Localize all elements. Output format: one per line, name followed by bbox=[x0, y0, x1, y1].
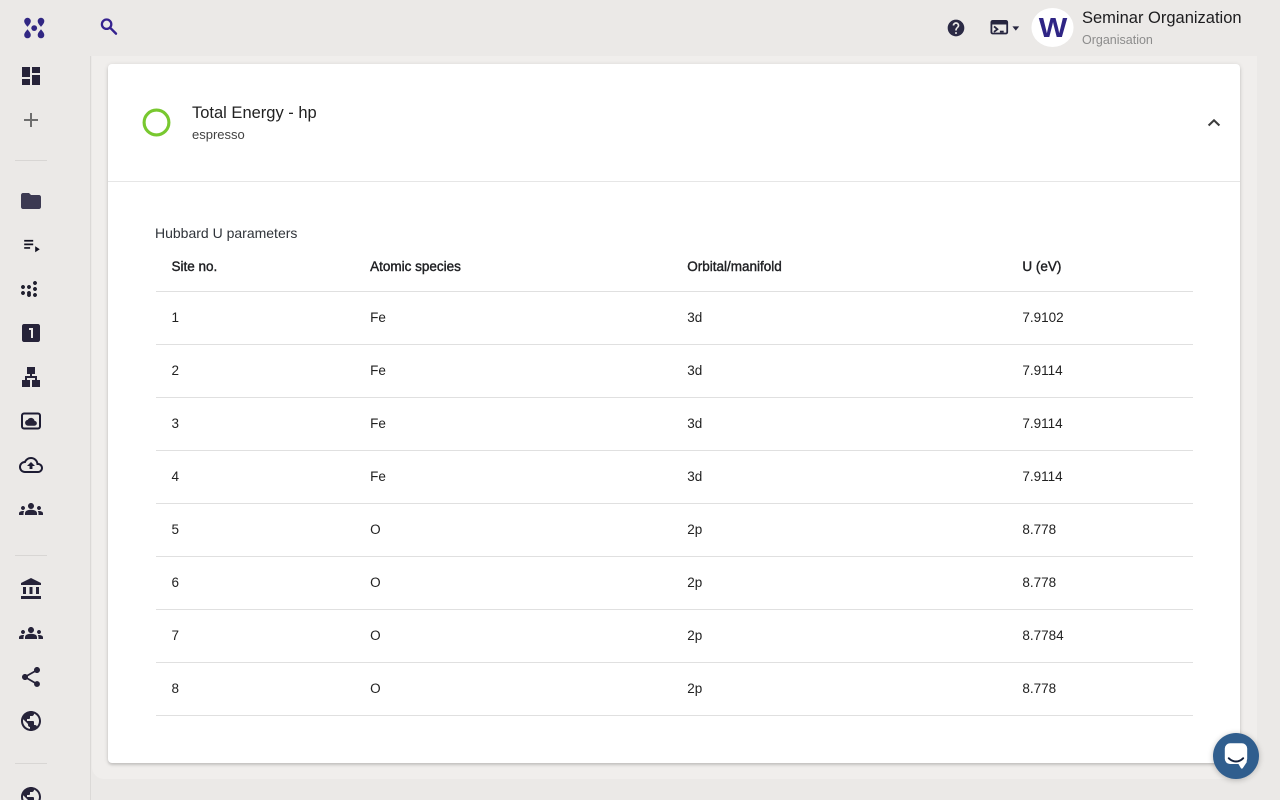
folder-icon[interactable] bbox=[19, 189, 43, 213]
table-cell: 7 bbox=[156, 609, 355, 662]
card-subtitle: espresso bbox=[192, 127, 245, 142]
table-cell: 2p bbox=[671, 503, 1006, 556]
table-cell: 7.9114 bbox=[1006, 344, 1192, 397]
organization-type: Organisation bbox=[1082, 32, 1252, 49]
card-header-divider bbox=[108, 181, 1240, 182]
topbar: W Seminar Organization Organisation bbox=[0, 0, 1280, 56]
sidebar bbox=[0, 56, 91, 800]
plus-icon[interactable] bbox=[19, 108, 43, 132]
table-row: 4Fe3d7.9114 bbox=[156, 450, 1193, 503]
sidebar-divider bbox=[15, 555, 47, 556]
organization-block[interactable]: Seminar Organization Organisation bbox=[1082, 8, 1252, 49]
table-cell: 2 bbox=[156, 344, 355, 397]
table-cell: Fe bbox=[354, 291, 671, 344]
groups-icon[interactable] bbox=[19, 621, 43, 645]
table-row: 3Fe3d7.9114 bbox=[156, 397, 1193, 450]
table-cell: 3d bbox=[671, 291, 1006, 344]
table-body: 1Fe3d7.91022Fe3d7.91143Fe3d7.91144Fe3d7.… bbox=[156, 291, 1193, 715]
table-cell: Fe bbox=[354, 450, 671, 503]
table-cell: 8.778 bbox=[1006, 503, 1192, 556]
playlist-play-icon[interactable] bbox=[19, 233, 43, 257]
table-column-header: U (eV) bbox=[1006, 243, 1192, 291]
table-row: 1Fe3d7.9102 bbox=[156, 291, 1193, 344]
table-header-row: Site no.Atomic speciesOrbital/manifoldU … bbox=[156, 243, 1193, 291]
table-cell: Fe bbox=[354, 397, 671, 450]
share-icon[interactable] bbox=[19, 665, 43, 689]
table-cell: O bbox=[354, 556, 671, 609]
table-caption: Hubbard U parameters bbox=[155, 223, 297, 243]
cloud-upload-icon[interactable] bbox=[19, 453, 43, 477]
terminal-icon[interactable] bbox=[988, 14, 1022, 42]
table-cell: O bbox=[354, 503, 671, 556]
table-cell: O bbox=[354, 609, 671, 662]
table-cell: 6 bbox=[156, 556, 355, 609]
table-column-header: Atomic species bbox=[354, 243, 671, 291]
avatar[interactable]: W bbox=[1031, 8, 1073, 47]
sidebar-divider bbox=[15, 160, 47, 161]
table-column-header: Orbital/manifold bbox=[671, 243, 1006, 291]
materials-cloud-logo[interactable] bbox=[17, 10, 51, 46]
chat-fab[interactable] bbox=[1213, 733, 1259, 779]
cloud-frame-icon[interactable] bbox=[19, 409, 43, 433]
card-header: Total Energy - hp espresso bbox=[108, 64, 1240, 181]
groups-icon[interactable] bbox=[19, 497, 43, 521]
table-cell: 7.9114 bbox=[1006, 397, 1192, 450]
table-row: 2Fe3d7.9114 bbox=[156, 344, 1193, 397]
lan-tree-icon[interactable] bbox=[19, 365, 43, 389]
chevron-up-icon[interactable] bbox=[1190, 99, 1238, 147]
search-icon[interactable] bbox=[96, 13, 121, 38]
table-cell: Fe bbox=[354, 344, 671, 397]
table-cell: 5 bbox=[156, 503, 355, 556]
table-row: 6O2p8.778 bbox=[156, 556, 1193, 609]
card-title: Total Energy - hp bbox=[192, 104, 317, 123]
table-cell: 8.7784 bbox=[1006, 609, 1192, 662]
looks-one-icon[interactable] bbox=[19, 321, 43, 345]
table-cell: 8.778 bbox=[1006, 662, 1192, 715]
table-cell: 7.9114 bbox=[1006, 450, 1192, 503]
table-cell: 3 bbox=[156, 397, 355, 450]
table-cell: 8 bbox=[156, 662, 355, 715]
table-cell: 1 bbox=[156, 291, 355, 344]
table-column-header: Site no. bbox=[156, 243, 355, 291]
table-cell: 2p bbox=[671, 609, 1006, 662]
organization-name: Seminar Organization bbox=[1082, 8, 1252, 28]
table-cell: 3d bbox=[671, 450, 1006, 503]
dashboard-icon[interactable] bbox=[19, 64, 43, 88]
table-cell: 4 bbox=[156, 450, 355, 503]
table-cell: 2p bbox=[671, 556, 1006, 609]
table-cell: 3d bbox=[671, 397, 1006, 450]
table-cell: 2p bbox=[671, 662, 1006, 715]
table-cell: O bbox=[354, 662, 671, 715]
table-cell: 8.778 bbox=[1006, 556, 1192, 609]
hubbard-table: Site no.Atomic speciesOrbital/manifoldU … bbox=[156, 243, 1193, 716]
app-root: W Seminar Organization Organisation bbox=[0, 0, 1280, 800]
table-row: 7O2p8.7784 bbox=[156, 609, 1193, 662]
status-ring-icon bbox=[142, 108, 171, 137]
help-icon[interactable] bbox=[946, 18, 966, 38]
table-row: 5O2p8.778 bbox=[156, 503, 1193, 556]
sidebar-divider bbox=[15, 763, 47, 764]
table-cell: 7.9102 bbox=[1006, 291, 1192, 344]
bank-icon[interactable] bbox=[19, 577, 43, 601]
process-card: Total Energy - hp espresso Hubbard U par… bbox=[108, 64, 1240, 763]
caret-down-icon bbox=[1012, 26, 1019, 30]
table-cell: 3d bbox=[671, 344, 1006, 397]
globe-icon[interactable] bbox=[19, 709, 43, 733]
table-row: 8O2p8.778 bbox=[156, 662, 1193, 715]
chat-bubble-icon bbox=[1225, 743, 1247, 768]
globe-icon[interactable] bbox=[19, 785, 43, 800]
grain-icon[interactable] bbox=[19, 279, 43, 303]
